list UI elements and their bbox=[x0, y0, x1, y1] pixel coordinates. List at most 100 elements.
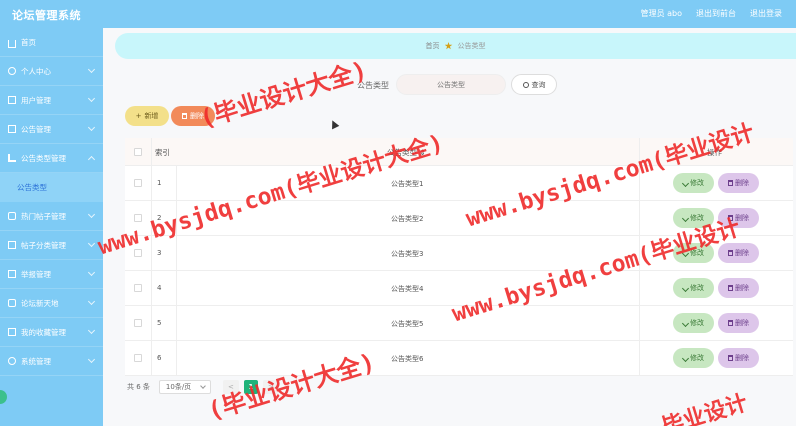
search-button[interactable]: 查询 bbox=[511, 74, 557, 95]
back-to-frontend-link[interactable]: 退出到前台 bbox=[696, 8, 736, 19]
grid-icon bbox=[8, 328, 16, 336]
sidebar-item-forum-world[interactable]: 论坛新天地 bbox=[0, 289, 103, 318]
trash-icon bbox=[728, 355, 733, 361]
search-label: 公告类型 bbox=[357, 81, 389, 90]
row-checkbox[interactable] bbox=[134, 284, 142, 292]
trash-icon bbox=[728, 215, 733, 221]
breadcrumb-current: 公告类型 bbox=[457, 42, 486, 50]
edit-button[interactable]: 修改 bbox=[673, 278, 714, 298]
delete-button[interactable]: 删除 bbox=[718, 278, 759, 298]
batch-delete-label: 删除 bbox=[190, 112, 204, 120]
trash-icon bbox=[728, 250, 733, 256]
sidebar-item-my-favorites[interactable]: 我的收藏管理 bbox=[0, 318, 103, 347]
sidebar-item-notice-management[interactable]: 公告管理 bbox=[0, 115, 103, 144]
logout-link[interactable]: 退出登录 bbox=[750, 8, 782, 19]
row-checkbox[interactable] bbox=[134, 179, 142, 187]
next-page-button[interactable]: > bbox=[262, 380, 279, 394]
chevron-down-icon bbox=[87, 94, 96, 103]
watermark-text: (毕业设计大全) bbox=[196, 55, 371, 134]
row-checkbox[interactable] bbox=[134, 319, 142, 327]
select-all-checkbox[interactable] bbox=[134, 148, 142, 156]
grid-icon bbox=[8, 270, 16, 278]
edit-button-label: 修改 bbox=[690, 249, 704, 257]
breadcrumb: 首页 公告类型 bbox=[115, 33, 796, 59]
user-icon bbox=[8, 67, 16, 75]
column-divider bbox=[151, 138, 152, 376]
chevron-down-icon bbox=[87, 210, 96, 219]
delete-button-label: 删除 bbox=[735, 249, 749, 257]
sidebar-item-post-category[interactable]: 帖子分类管理 bbox=[0, 231, 103, 260]
column-divider bbox=[639, 138, 640, 376]
sidebar-item-report-management[interactable]: 举报管理 bbox=[0, 260, 103, 289]
pagination-total: 共 6 条 bbox=[127, 383, 150, 391]
sidebar-item-label: 公告管理 bbox=[21, 124, 51, 134]
grid-icon bbox=[8, 125, 16, 133]
trash-icon bbox=[728, 320, 733, 326]
row-type: 公告类型1 bbox=[391, 180, 424, 188]
row-index: 1 bbox=[157, 179, 162, 187]
grid-icon bbox=[8, 241, 16, 249]
delete-button[interactable]: 删除 bbox=[718, 208, 759, 228]
add-button-label: 新增 bbox=[144, 112, 159, 120]
add-button[interactable]: + 新增 bbox=[125, 106, 169, 126]
sidebar-item-user-management[interactable]: 用户管理 bbox=[0, 86, 103, 115]
sidebar: 首页 个人中心 用户管理 公告管理 公告类型管理 公告类型 热门帖子管理 帖子分… bbox=[0, 28, 103, 426]
row-index: 3 bbox=[157, 249, 162, 257]
pagination: 共 6 条 10条/页 < 1 > bbox=[127, 380, 284, 394]
sidebar-item-label: 论坛新天地 bbox=[21, 298, 59, 308]
table-header: 索引 公告类型 ⇕ 操作 bbox=[125, 138, 793, 166]
row-checkbox[interactable] bbox=[134, 354, 142, 362]
row-type: 公告类型2 bbox=[391, 215, 424, 223]
trash-icon bbox=[728, 180, 733, 186]
page-number-button[interactable]: 1 bbox=[243, 380, 258, 394]
delete-button-label: 删除 bbox=[735, 319, 749, 327]
delete-button[interactable]: 删除 bbox=[718, 313, 759, 333]
edit-button-label: 修改 bbox=[690, 354, 704, 362]
edit-button[interactable]: 修改 bbox=[673, 243, 714, 263]
column-header-action: 操作 bbox=[707, 148, 722, 157]
sidebar-item-notice-type-management[interactable]: 公告类型管理 bbox=[0, 144, 103, 173]
app-title: 论坛管理系统 bbox=[12, 9, 81, 22]
chevron-down-icon bbox=[87, 297, 96, 306]
delete-button[interactable]: 删除 bbox=[718, 173, 759, 193]
grid-icon bbox=[8, 96, 16, 104]
prev-page-button[interactable]: < bbox=[222, 380, 239, 394]
sidebar-item-hot-posts[interactable]: 热门帖子管理 bbox=[0, 202, 103, 231]
sidebar-subitem-notice-type[interactable]: 公告类型 bbox=[0, 173, 103, 202]
edit-icon bbox=[681, 179, 690, 187]
breadcrumb-home[interactable]: 首页 bbox=[426, 41, 440, 51]
sort-icon: ⇕ bbox=[419, 148, 426, 157]
edit-button[interactable]: 修改 bbox=[673, 313, 714, 333]
chevron-down-icon bbox=[87, 123, 96, 132]
sidebar-item-label: 公告类型管理 bbox=[21, 153, 66, 163]
row-index: 5 bbox=[157, 319, 162, 327]
sidebar-item-system-management[interactable]: 系统管理 bbox=[0, 347, 103, 376]
row-index: 2 bbox=[157, 214, 162, 222]
table-row: 3 公告类型3 修改 删除 bbox=[125, 236, 793, 271]
chat-icon bbox=[8, 212, 16, 220]
delete-button[interactable]: 删除 bbox=[718, 348, 759, 368]
row-type: 公告类型3 bbox=[391, 250, 424, 258]
row-checkbox[interactable] bbox=[134, 249, 142, 257]
bars-icon bbox=[8, 154, 16, 162]
sidebar-item-home[interactable]: 首页 bbox=[0, 28, 103, 57]
page-size-select[interactable]: 10条/页 bbox=[158, 380, 211, 394]
header-actions: 管理员 abo 退出到前台 退出登录 bbox=[641, 8, 782, 19]
search-input[interactable] bbox=[396, 74, 506, 95]
edit-icon bbox=[681, 319, 690, 327]
chevron-up-icon bbox=[87, 155, 96, 164]
column-header-type[interactable]: 公告类型 ⇕ bbox=[387, 147, 426, 158]
edit-icon bbox=[681, 354, 690, 362]
delete-button[interactable]: 删除 bbox=[718, 243, 759, 263]
row-checkbox[interactable] bbox=[134, 214, 142, 222]
edit-button[interactable]: 修改 bbox=[673, 208, 714, 228]
sidebar-item-personal-center[interactable]: 个人中心 bbox=[0, 57, 103, 86]
edit-button[interactable]: 修改 bbox=[673, 348, 714, 368]
sidebar-item-label: 我的收藏管理 bbox=[21, 327, 66, 337]
chat-icon bbox=[8, 299, 16, 307]
edit-button[interactable]: 修改 bbox=[673, 173, 714, 193]
watermark-text: 毕业设计 bbox=[659, 390, 751, 426]
column-header-index: 索引 bbox=[155, 148, 170, 157]
edit-button-label: 修改 bbox=[690, 319, 704, 327]
batch-delete-button[interactable]: 删除 bbox=[171, 106, 215, 126]
